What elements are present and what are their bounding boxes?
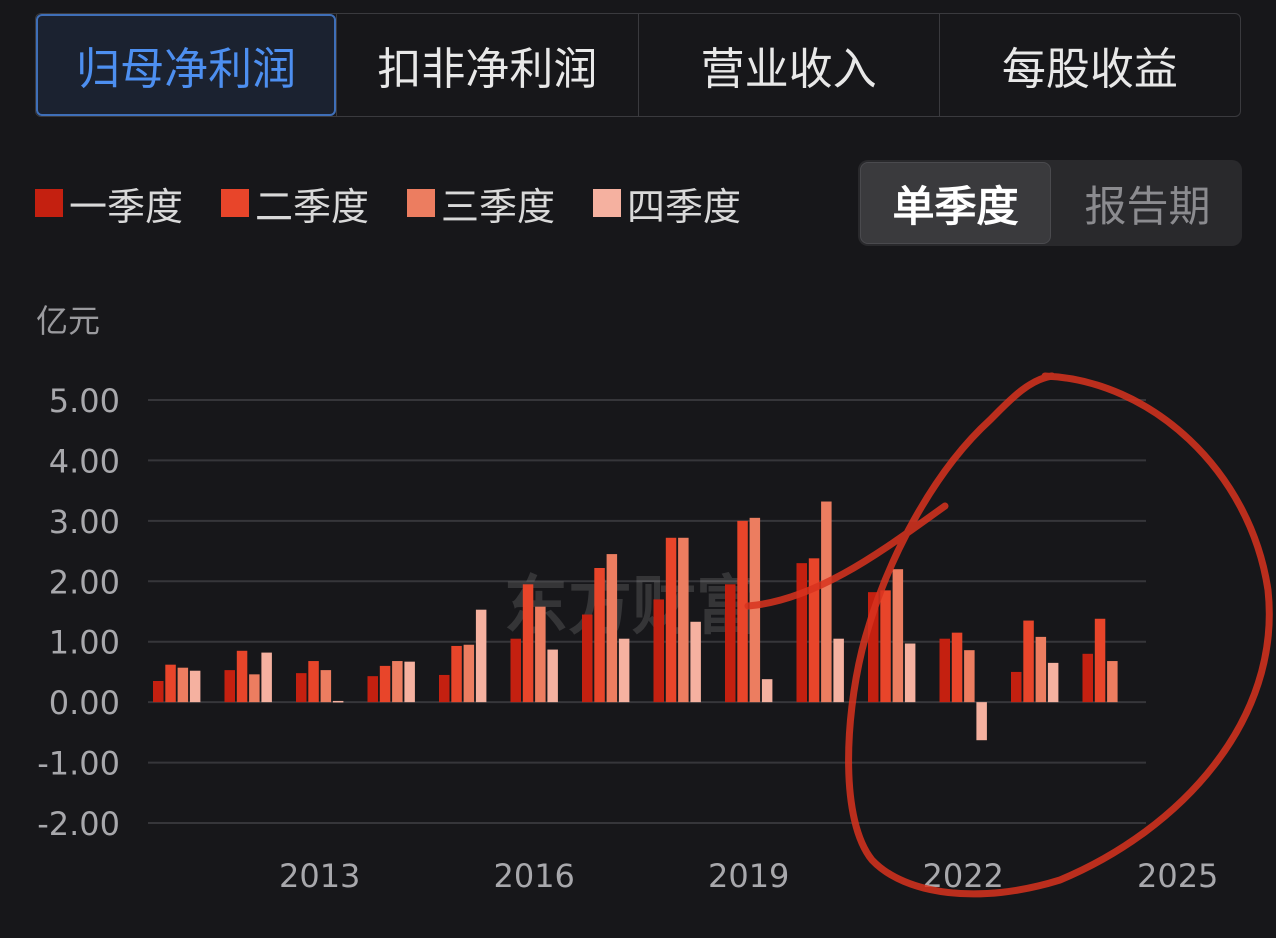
x-tick-label: 2019 [708,857,789,895]
bar-2024-q2[interactable] [1094,618,1106,703]
bar-2022-q3[interactable] [964,650,975,703]
bar-2014-q3[interactable] [392,661,403,703]
y-tick-label: 2.00 [49,563,120,601]
bar-2016-q1[interactable] [510,638,522,703]
y-tick-label: 1.00 [49,624,120,662]
bar-2019-q4[interactable] [761,679,773,703]
bar-2011-q1[interactable] [153,680,164,703]
bar-2014-q1[interactable] [367,676,379,703]
bar-2020-q1[interactable] [796,563,808,703]
bar-2023-q1[interactable] [1011,671,1022,703]
bar-2017-q3[interactable] [606,554,618,703]
bar-2014-q4[interactable] [404,661,415,703]
y-tick-label: 4.00 [49,442,120,480]
bar-2019-q1[interactable] [725,584,736,703]
bar-2022-q2[interactable] [951,632,963,703]
bar-2017-q4[interactable] [618,638,630,703]
bar-2015-q3[interactable] [463,644,475,703]
x-tick-label: 2025 [1137,857,1218,895]
y-tick-label: 3.00 [49,503,120,541]
bar-2015-q1[interactable] [439,674,450,703]
bar-2015-q2[interactable] [451,645,462,703]
bar-2022-q1[interactable] [939,638,951,703]
bar-2020-q4[interactable] [833,638,844,703]
bar-2018-q3[interactable] [678,537,689,703]
bar-2022-q4[interactable] [976,702,987,741]
bar-2018-q2[interactable] [665,537,677,703]
y-tick-label: 0.00 [49,684,120,722]
bar-2023-q2[interactable] [1023,620,1034,703]
bar-2012-q1[interactable] [224,670,236,703]
bar-2012-q2[interactable] [236,650,248,703]
bar-2021-q3[interactable] [892,569,904,703]
bar-2014-q2[interactable] [379,665,391,703]
bar-2019-q2[interactable] [737,520,748,703]
bar-2020-q3[interactable] [821,501,832,703]
bar-2016-q4[interactable] [547,649,558,703]
bar-2024-q1[interactable] [1082,653,1094,703]
bar-2020-q2[interactable] [808,558,820,703]
x-tick-label: 2016 [493,857,574,895]
y-tick-label: -1.00 [37,745,120,783]
bar-2018-q1[interactable] [653,599,665,703]
bar-2012-q3[interactable] [249,674,260,703]
bar-2017-q2[interactable] [594,567,605,703]
bar-2016-q3[interactable] [535,606,546,703]
bar-2019-q3[interactable] [749,517,761,703]
bar-2023-q4[interactable] [1047,662,1059,703]
bar-2013-q1[interactable] [296,673,307,703]
bar-2017-q1[interactable] [582,614,593,703]
bar-chart: 东方财富 5.004.003.002.001.000.00-1.00-2.00 … [37,372,1273,898]
bar-2013-q2[interactable] [308,661,319,703]
bar-2013-q3[interactable] [320,670,332,703]
bar-2013-q4[interactable] [332,700,344,703]
bar-2012-q4[interactable] [261,652,272,703]
bar-2021-q4[interactable] [904,643,916,703]
y-tick-label: -2.00 [37,805,120,843]
bar-2023-q3[interactable] [1035,636,1047,703]
bar-2018-q4[interactable] [690,621,701,703]
bar-2015-q4[interactable] [475,609,487,703]
bar-2016-q2[interactable] [522,584,534,703]
y-tick-label: 5.00 [49,382,120,420]
bar-2011-q2[interactable] [165,664,176,703]
bar-2011-q3[interactable] [177,667,189,703]
x-tick-label: 2013 [279,857,360,895]
bar-2011-q4[interactable] [189,670,201,703]
bar-2024-q3[interactable] [1107,661,1118,703]
bar-2021-q2[interactable] [880,590,891,703]
